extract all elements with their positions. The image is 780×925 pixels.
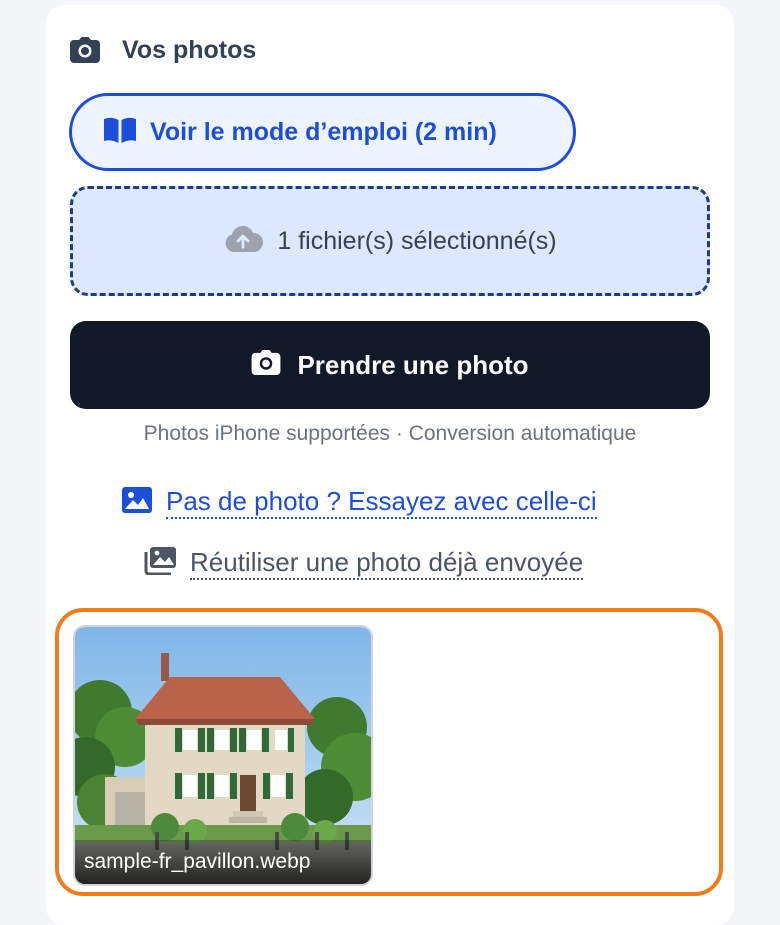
dropzone-label: 1 fichier(s) sélectionné(s) (277, 226, 557, 255)
preview-thumbnail[interactable]: sample-fr_pavillon.webp (73, 625, 373, 886)
cloud-upload-icon (223, 225, 264, 258)
take-photo-label: Prendre une photo (297, 349, 529, 380)
take-photo-button[interactable]: Prendre une photo (70, 321, 710, 409)
camera-icon (70, 35, 100, 65)
book-open-icon (104, 117, 136, 148)
image-icon (122, 486, 152, 518)
guide-button[interactable]: Voir le mode d’emploi (2 min) (69, 93, 576, 171)
format-hint: Photos iPhone supportées · Conversion au… (143, 422, 637, 445)
reuse-photo-link[interactable]: Réutiliser une photo déjà envoyée (142, 546, 584, 580)
camera-icon (251, 350, 281, 380)
guide-button-label: Voir le mode d’emploi (2 min) (150, 117, 497, 146)
sample-photo-link-label: Pas de photo ? Essayez avec celle-ci (166, 485, 597, 519)
sample-photo-link[interactable]: Pas de photo ? Essayez avec celle-ci (122, 485, 597, 519)
reuse-photo-link-label: Réutiliser une photo déjà envoyée (190, 546, 584, 580)
file-name-caption: sample-fr_pavillon.webp (75, 840, 371, 884)
section-title: Vos photos (122, 35, 257, 64)
images-stack-icon (142, 546, 176, 580)
section-header: Vos photos (70, 30, 256, 70)
file-dropzone[interactable]: 1 fichier(s) sélectionné(s) (70, 186, 710, 296)
